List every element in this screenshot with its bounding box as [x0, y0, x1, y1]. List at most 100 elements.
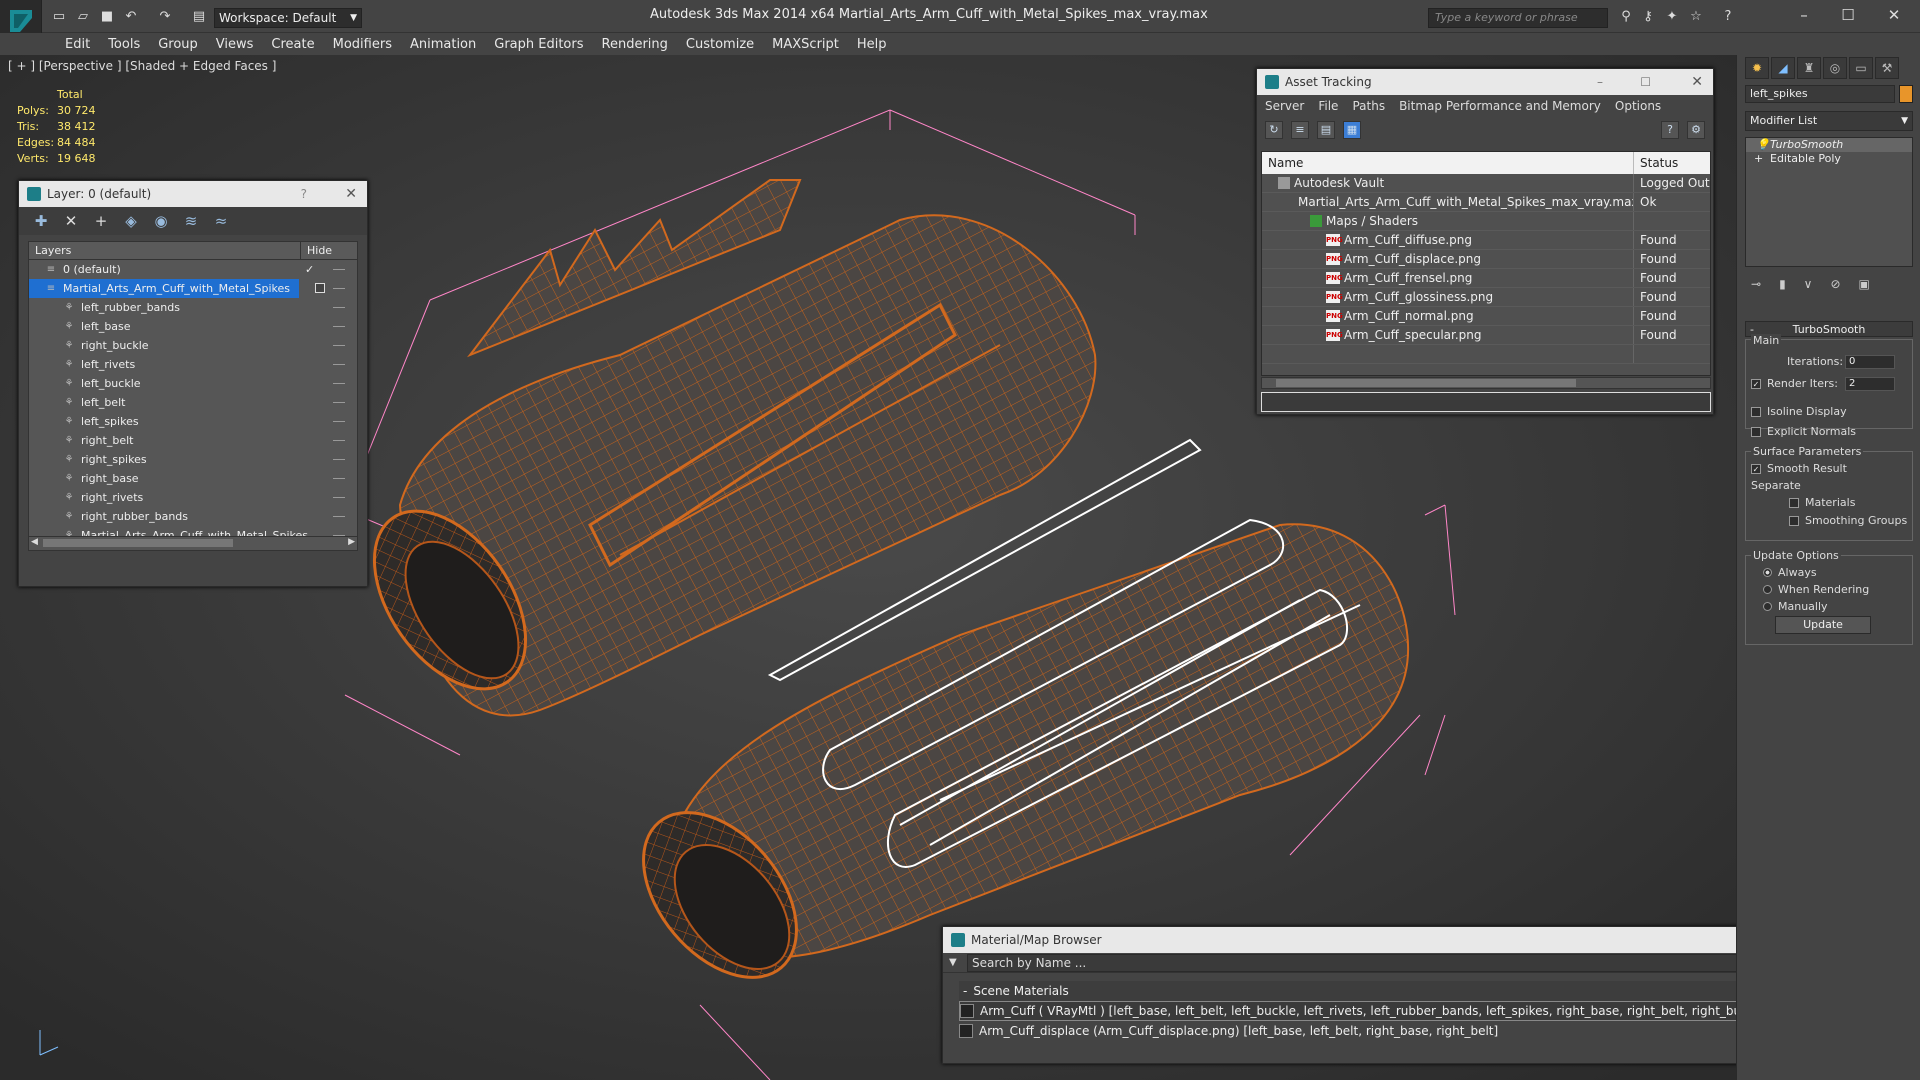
hide-toggle[interactable]: [333, 269, 345, 270]
satellite-icon[interactable]: ✦: [1664, 9, 1680, 25]
add-to-layer-icon[interactable]: +: [91, 211, 111, 231]
motion-tab-icon[interactable]: ◎: [1823, 57, 1847, 79]
minimize-icon[interactable]: –: [1597, 69, 1603, 95]
show-end-result-icon[interactable]: ▮: [1779, 277, 1786, 291]
menu-help[interactable]: Help: [848, 37, 896, 52]
menu-rendering[interactable]: Rendering: [593, 37, 677, 52]
menu-group[interactable]: Group: [149, 37, 207, 52]
hide-toggle[interactable]: [333, 459, 345, 460]
menu-views[interactable]: Views: [207, 37, 263, 52]
asset-row[interactable]: PNG Arm_Cuff_displace.png Found: [1262, 250, 1710, 269]
maximize-icon[interactable]: ☐: [1836, 4, 1860, 26]
list-view-icon[interactable]: ≡: [1291, 121, 1309, 139]
always-radio[interactable]: [1763, 568, 1772, 577]
hide-toggle[interactable]: [333, 288, 345, 289]
render-iters-checkbox[interactable]: ✓: [1751, 378, 1761, 389]
bulb-icon[interactable]: 💡: [1756, 138, 1770, 152]
layer-row[interactable]: ⚘ left_buckle: [29, 374, 357, 393]
hide-all-icon[interactable]: ≋: [181, 211, 201, 231]
modify-tab-icon[interactable]: ◢: [1771, 57, 1795, 79]
layer-hscrollbar[interactable]: ◀ ▶: [29, 536, 357, 550]
layer-row[interactable]: ≡ 0 (default) ✓: [29, 260, 357, 279]
layer-row[interactable]: ⚘ left_belt: [29, 393, 357, 412]
asset-row[interactable]: PNG Arm_Cuff_frensel.png Found: [1262, 269, 1710, 288]
undo-icon[interactable]: ↶: [122, 9, 140, 25]
layer-row[interactable]: ≡ Martial_Arts_Arm_Cuff_with_Metal_Spikes: [29, 279, 345, 298]
col-status[interactable]: Status: [1634, 152, 1678, 174]
close-icon[interactable]: ✕: [345, 181, 357, 207]
render-iters-spinner[interactable]: 2: [1845, 377, 1895, 391]
menu-create[interactable]: Create: [262, 37, 323, 52]
asset-menu-bitmap[interactable]: Bitmap Performance and Memory: [1399, 99, 1601, 113]
smooth-result-checkbox[interactable]: ✓: [1751, 463, 1761, 474]
hide-toggle[interactable]: [333, 345, 345, 346]
hide-toggle[interactable]: [333, 497, 345, 498]
hide-toggle[interactable]: [333, 516, 345, 517]
delete-layer-icon[interactable]: ✕: [61, 211, 81, 231]
hide-toggle[interactable]: [333, 478, 345, 479]
menu-customize[interactable]: Customize: [677, 37, 763, 52]
chevron-left-icon[interactable]: ◀: [31, 537, 38, 547]
binoculars-icon[interactable]: ⚲: [1618, 9, 1634, 25]
freeze-all-icon[interactable]: ≈: [211, 211, 231, 231]
highlight-layer-icon[interactable]: ◉: [151, 211, 171, 231]
manually-radio[interactable]: [1763, 602, 1772, 611]
help-icon[interactable]: ?: [1661, 121, 1679, 139]
create-layer-icon[interactable]: ✚: [31, 211, 51, 231]
asset-menu-server[interactable]: Server: [1265, 99, 1304, 113]
hide-toggle[interactable]: [333, 364, 345, 365]
iterations-spinner[interactable]: 0: [1845, 355, 1895, 369]
hide-toggle[interactable]: [333, 383, 345, 384]
search-input[interactable]: Type a keyword or phrase: [1428, 8, 1608, 28]
open-file-icon[interactable]: ▱: [74, 9, 92, 25]
layer-row[interactable]: ⚘ right_spikes: [29, 450, 357, 469]
modifier-list-dropdown[interactable]: Modifier List ▼: [1745, 111, 1913, 131]
chevron-down-icon[interactable]: ▼: [949, 957, 957, 968]
make-unique-icon[interactable]: ∨: [1804, 277, 1813, 291]
hide-toggle[interactable]: [333, 421, 345, 422]
asset-row[interactable]: Autodesk Vault Logged Out ...: [1262, 174, 1710, 193]
menu-edit[interactable]: Edit: [56, 37, 99, 52]
hierarchy-tab-icon[interactable]: ♜: [1797, 57, 1821, 79]
asset-panel-titlebar[interactable]: Asset Tracking – ☐ ✕: [1257, 69, 1713, 95]
smoothing-groups-checkbox[interactable]: [1789, 515, 1799, 526]
remove-modifier-icon[interactable]: ⊘: [1830, 277, 1840, 291]
layer-row[interactable]: ⚘ right_buckle: [29, 336, 357, 355]
refresh-icon[interactable]: ↻: [1265, 121, 1283, 139]
materials-checkbox[interactable]: [1789, 497, 1799, 508]
asset-row[interactable]: Martial_Arts_Arm_Cuff_with_Metal_Spikes_…: [1262, 193, 1710, 212]
asset-row[interactable]: PNG Arm_Cuff_normal.png Found: [1262, 307, 1710, 326]
hide-toggle[interactable]: [333, 307, 345, 308]
redo-icon[interactable]: ↷: [156, 9, 174, 25]
layer-row[interactable]: ⚘ left_spikes: [29, 412, 357, 431]
configure-sets-icon[interactable]: ▣: [1859, 277, 1870, 291]
hide-toggle[interactable]: [333, 402, 345, 403]
menu-modifiers[interactable]: Modifiers: [324, 37, 401, 52]
hide-toggle[interactable]: [333, 440, 345, 441]
save-file-icon[interactable]: ■: [98, 9, 116, 25]
create-tab-icon[interactable]: ✹: [1745, 57, 1769, 79]
layer-row[interactable]: ⚘ right_rubber_bands: [29, 507, 357, 526]
viewport-label[interactable]: [ + ] [Perspective ] [Shaded + Edged Fac…: [8, 59, 276, 73]
object-color-swatch[interactable]: [1899, 85, 1913, 103]
menu-animation[interactable]: Animation: [401, 37, 485, 52]
table-view-icon[interactable]: ▦: [1343, 121, 1361, 139]
menu-graph-editors[interactable]: Graph Editors: [485, 37, 592, 52]
help-icon[interactable]: ?: [301, 181, 307, 207]
layer-row[interactable]: ⚘ left_base: [29, 317, 357, 336]
col-name[interactable]: Name: [1262, 152, 1634, 174]
asset-row[interactable]: PNG Arm_Cuff_glossiness.png Found: [1262, 288, 1710, 307]
col-layers[interactable]: Layers: [29, 242, 301, 259]
current-layer-checkbox[interactable]: [315, 283, 325, 293]
close-icon[interactable]: ✕: [1691, 69, 1703, 95]
maximize-icon[interactable]: ☐: [1640, 69, 1651, 95]
help-icon[interactable]: ?: [1718, 9, 1738, 25]
asset-menu-file[interactable]: File: [1318, 99, 1338, 113]
scroll-thumb[interactable]: [1276, 379, 1576, 387]
chevron-right-icon[interactable]: ▶: [348, 537, 355, 547]
workspace-dropdown[interactable]: Workspace: Default ▼: [214, 8, 362, 28]
asset-status-field[interactable]: [1261, 392, 1711, 412]
when-rendering-radio[interactable]: [1763, 585, 1772, 594]
expand-icon[interactable]: +: [1754, 152, 1763, 166]
scroll-thumb[interactable]: [43, 539, 233, 547]
